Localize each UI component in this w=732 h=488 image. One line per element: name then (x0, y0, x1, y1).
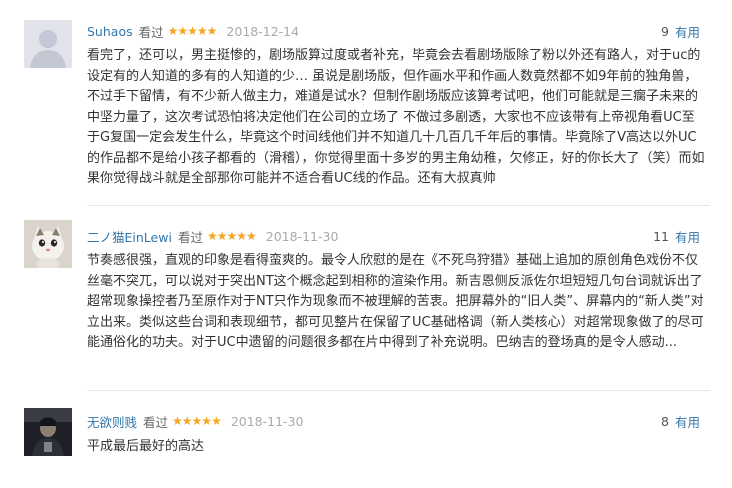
review-text: 节奏感很强，直观的印象是看得蛮爽的。最令人欣慰的是在《不死鸟狩猎》基础上追加的原… (87, 253, 704, 350)
vote-area: 8 有用 (661, 411, 700, 431)
vote-count: 8 (661, 413, 669, 429)
avatar-default[interactable] (24, 20, 72, 68)
review-date: 2018-12-14 (226, 23, 300, 39)
vote-count: 11 (653, 228, 669, 244)
avatar-cat[interactable] (24, 220, 72, 268)
divider (87, 205, 710, 206)
rating-stars: ★★★★★ (172, 414, 222, 428)
reviewer-name[interactable]: 二ノ猫EinLewi (87, 227, 172, 246)
review-header: 无欲则贱 看过 ★★★★★ 2018-11-30 (87, 411, 303, 431)
watch-status: 看过 (143, 414, 169, 430)
vote-count: 9 (661, 23, 669, 39)
review-text: 看完了，还可以，男主挺惨的，剧场版算过度或者补充，毕竟会去看剧场版除了粉以外还有… (87, 48, 705, 186)
review-header: Suhaos 看过 ★★★★★ 2018-12-14 (87, 21, 299, 41)
divider (87, 390, 710, 391)
useful-button[interactable]: 有用 (675, 227, 700, 246)
vote-area: 11 有用 (653, 226, 700, 246)
rating-stars: ★★★★★ (206, 229, 257, 243)
review-date: 2018-11-30 (230, 413, 304, 429)
avatar-photo[interactable] (24, 408, 72, 456)
reviewer-name[interactable]: 无欲则贱 (87, 412, 137, 431)
review-text: 平成最后最好的高达 (87, 439, 205, 454)
useful-button[interactable]: 有用 (675, 412, 700, 431)
rating-stars: ★★★★★ (167, 24, 218, 38)
watch-status: 看过 (138, 24, 164, 40)
vote-area: 9 有用 (661, 21, 700, 41)
review-date: 2018-11-30 (265, 228, 339, 244)
review-header: 二ノ猫EinLewi 看过 ★★★★★ 2018-11-30 (87, 226, 338, 246)
watch-status: 看过 (177, 229, 203, 245)
useful-button[interactable]: 有用 (675, 22, 700, 41)
reviewer-name[interactable]: Suhaos (87, 24, 133, 39)
